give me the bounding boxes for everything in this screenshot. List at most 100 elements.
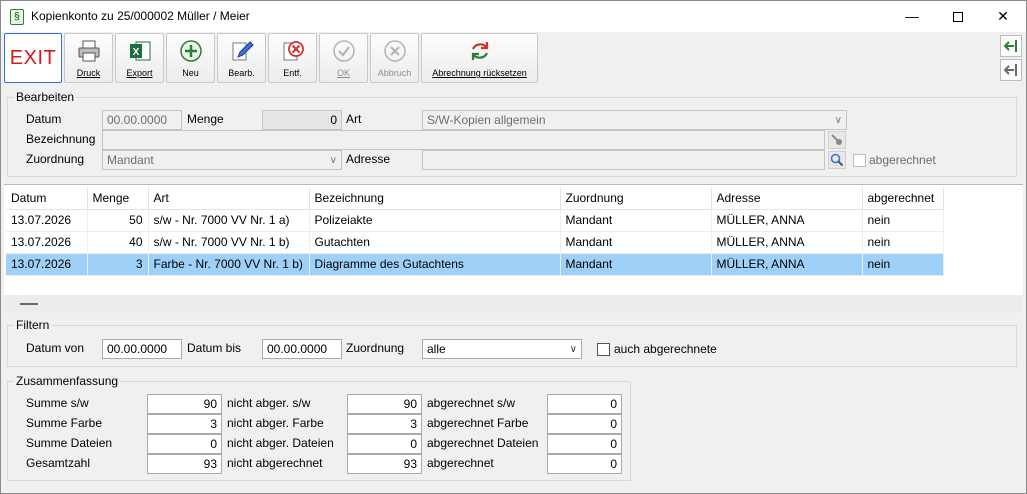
datum-von-label: Datum von xyxy=(26,341,85,355)
reset-billing-button[interactable]: Abrechnung rücksetzen xyxy=(421,33,538,83)
cell-adresse: MÜLLER, ANNA xyxy=(711,231,863,254)
cancel-label: Abbruch xyxy=(377,68,412,78)
grid-splitter[interactable] xyxy=(4,295,1023,313)
datum-bis-field[interactable]: 00.00.0000 xyxy=(262,339,342,359)
delete-label: Entf. xyxy=(283,68,302,78)
filter-zuordnung-value: alle xyxy=(427,342,446,356)
filter-zuordnung-select[interactable]: alle ∨ xyxy=(422,339,582,359)
cell-datum: 13.07.2026 xyxy=(6,231,88,254)
abgerechnet-farbe-value: 0 xyxy=(547,414,622,434)
svg-text:X: X xyxy=(132,47,139,58)
cancel-icon xyxy=(383,40,406,62)
summe-sw-label: Summe s/w xyxy=(26,396,89,410)
print-button[interactable]: Druck xyxy=(64,33,113,83)
summe-dateien-value: 0 xyxy=(147,434,222,454)
zuordnung-select[interactable]: Mandant ∨ xyxy=(102,150,342,170)
cell-menge: 3 xyxy=(87,253,149,276)
zuordnung-label: Zuordnung xyxy=(26,152,85,166)
art-select[interactable]: S/W-Kopien allgemein ∨ xyxy=(422,110,847,130)
cell-zuordnung: Mandant xyxy=(560,253,712,276)
maximize-button[interactable] xyxy=(935,1,981,32)
bezeichnung-field[interactable] xyxy=(102,130,825,150)
new-button[interactable]: Neu xyxy=(166,33,215,83)
cell-bezeichnung: Gutachten xyxy=(309,231,561,254)
cell-bezeichnung: Diagramme des Gutachtens xyxy=(309,253,561,276)
nicht-abger-farbe-value: 3 xyxy=(347,414,422,434)
reset-billing-label: Abrechnung rücksetzen xyxy=(432,68,527,78)
export-button[interactable]: X Export xyxy=(115,33,164,83)
nicht-abger-sw-value: 90 xyxy=(347,394,422,414)
checkmark-icon xyxy=(332,40,355,62)
col-zuordnung[interactable]: Zuordnung xyxy=(560,187,712,210)
entries-table: Datum Menge Art Bezeichnung Zuordnung Ad… xyxy=(4,184,1023,313)
nicht-abger-farbe-label: nicht abger. Farbe xyxy=(227,416,324,430)
cell-art: s/w - Nr. 7000 VV Nr. 1 b) xyxy=(148,231,310,254)
filter-zuordnung-label: Zuordnung xyxy=(346,341,405,355)
adresse-label: Adresse xyxy=(346,152,391,166)
text-block-button[interactable] xyxy=(828,131,846,149)
export-label: Export xyxy=(126,68,153,78)
summary-group-title: Zusammenfassung xyxy=(14,374,121,388)
filter-group-title: Filtern xyxy=(14,318,52,332)
adresse-field[interactable] xyxy=(422,150,825,170)
cell-menge: 50 xyxy=(87,209,149,232)
cell-adresse: MÜLLER, ANNA xyxy=(711,209,863,232)
title-bar: § Kopienkonto zu 25/000002 Müller / Meie… xyxy=(1,1,1026,32)
table-row[interactable]: 13.07.2026 50 s/w - Nr. 7000 VV Nr. 1 a)… xyxy=(6,209,944,232)
col-abgerechnet[interactable]: abgerechnet xyxy=(862,187,944,210)
delete-button[interactable]: Entf. xyxy=(268,33,317,83)
abgerechnet-dateien-label: abgerechnet Dateien xyxy=(427,436,539,450)
dock-in-icon[interactable] xyxy=(1000,35,1022,57)
ok-button[interactable]: OK xyxy=(319,33,368,83)
col-art[interactable]: Art xyxy=(148,187,310,210)
abgerechnet-checkbox[interactable] xyxy=(853,154,866,167)
kopienkonto-window: § Kopienkonto zu 25/000002 Müller / Meie… xyxy=(0,0,1027,494)
col-bezeichnung[interactable]: Bezeichnung xyxy=(309,187,561,210)
datum-field[interactable]: 00.00.0000 xyxy=(102,110,182,130)
edit-button[interactable]: Bearb. xyxy=(217,33,266,83)
chevron-down-icon: ∨ xyxy=(329,155,337,166)
auch-abgerechnete-checkbox[interactable] xyxy=(597,343,610,356)
dock-out-icon[interactable] xyxy=(1000,59,1022,81)
address-search-button[interactable] xyxy=(828,151,846,169)
abgerechnet-label: abgerechnet xyxy=(869,153,936,167)
maximize-icon xyxy=(953,12,963,23)
datum-label: Datum xyxy=(26,112,62,126)
abgerechnet-total-label: abgerechnet xyxy=(427,456,494,470)
exit-button[interactable]: EXIT xyxy=(4,33,62,83)
cell-bezeichnung: Polizeiakte xyxy=(309,209,561,232)
app-icon: § xyxy=(10,9,24,25)
window-title: Kopienkonto zu 25/000002 Müller / Meier xyxy=(31,9,250,23)
cell-abgerechnet: nein xyxy=(862,231,944,254)
edit-label: Bearb. xyxy=(228,68,255,78)
col-datum[interactable]: Datum xyxy=(6,187,88,210)
menge-label: Menge xyxy=(187,112,224,126)
cancel-button[interactable]: Abbruch xyxy=(370,33,419,83)
art-label: Art xyxy=(346,112,362,126)
abgerechnet-sw-label: abgerechnet s/w xyxy=(427,396,516,410)
pencil-icon xyxy=(232,41,254,61)
print-label: Druck xyxy=(76,68,101,78)
col-menge[interactable]: Menge xyxy=(87,187,149,210)
art-select-value: S/W-Kopien allgemein xyxy=(427,113,546,127)
close-button[interactable]: ✕ xyxy=(980,1,1026,32)
cell-datum: 13.07.2026 xyxy=(6,209,88,232)
abgerechnet-farbe-label: abgerechnet Farbe xyxy=(427,416,529,430)
table-row-selected[interactable]: 13.07.2026 3 Farbe - Nr. 7000 VV Nr. 1 b… xyxy=(6,253,944,276)
col-adresse[interactable]: Adresse xyxy=(711,187,863,210)
table-row[interactable]: 13.07.2026 40 s/w - Nr. 7000 VV Nr. 1 b)… xyxy=(6,231,944,254)
edit-group-title: Bearbeiten xyxy=(14,90,77,104)
excel-icon: X xyxy=(129,41,150,61)
summe-farbe-value: 3 xyxy=(147,414,222,434)
printer-icon xyxy=(78,40,99,62)
cell-zuordnung: Mandant xyxy=(560,209,712,232)
cell-art: Farbe - Nr. 7000 VV Nr. 1 b) xyxy=(148,253,310,276)
auch-abgerechnete-label: auch abgerechnete xyxy=(614,342,717,356)
refresh-icon xyxy=(471,42,488,60)
minimize-button[interactable]: — xyxy=(889,1,935,32)
cell-abgerechnet: nein xyxy=(862,209,944,232)
datum-von-field[interactable]: 00.00.0000 xyxy=(102,339,182,359)
cell-zuordnung: Mandant xyxy=(560,231,712,254)
menge-field[interactable]: 0 xyxy=(262,110,342,130)
gesamtzahl-label: Gesamtzahl xyxy=(26,456,91,470)
